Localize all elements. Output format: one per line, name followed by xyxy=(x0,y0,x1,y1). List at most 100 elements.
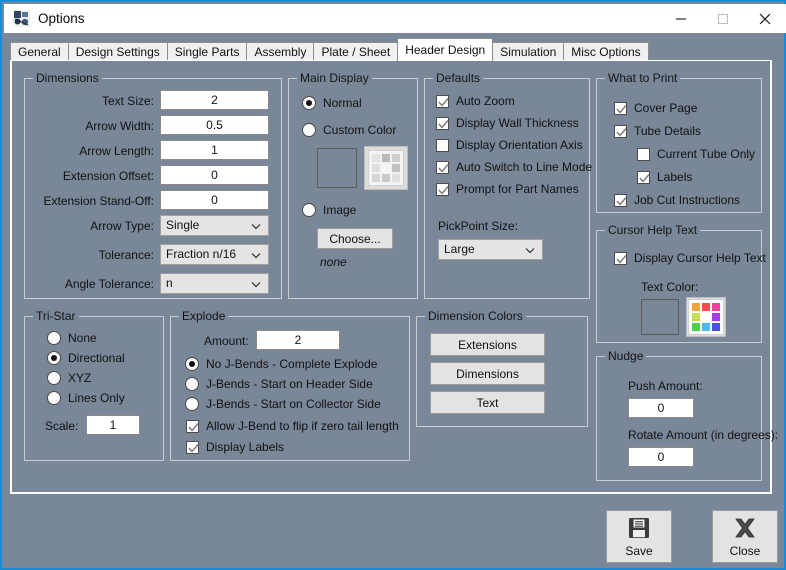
tab-single-parts[interactable]: Single Parts xyxy=(166,42,248,61)
checkbox-indicator xyxy=(436,182,449,196)
tab-general[interactable]: General xyxy=(10,42,69,61)
radio-tristar-directional[interactable]: Directional xyxy=(47,351,125,365)
select-tolerance-value: Fraction n/16 xyxy=(166,247,237,261)
radio-normal[interactable]: Normal xyxy=(302,96,362,110)
chevron-down-icon xyxy=(525,240,535,261)
radio-image[interactable]: Image xyxy=(302,203,356,217)
palette-grid-icon xyxy=(688,299,724,335)
group-what-to-print-label: What to Print xyxy=(605,71,681,85)
select-arrow-type[interactable]: Single xyxy=(160,215,269,236)
label-text-size: Text Size: xyxy=(101,94,154,108)
checkbox-current-tube-only[interactable]: Current Tube Only xyxy=(637,147,755,161)
button-extensions-color[interactable]: Extensions xyxy=(430,333,545,356)
tab-assembly[interactable]: Assembly xyxy=(246,42,315,61)
radio-indicator xyxy=(47,391,61,405)
select-tolerance[interactable]: Fraction n/16 xyxy=(160,244,269,265)
checkbox-display-wall-thickness[interactable]: Display Wall Thickness xyxy=(436,116,579,130)
group-main-display: Main Display Normal Custom Color Image C… xyxy=(288,71,418,299)
tab-simulation[interactable]: Simulation xyxy=(492,42,565,61)
tab-strip: General Design Settings Single Parts Ass… xyxy=(10,38,649,61)
maximize-button[interactable] xyxy=(702,4,744,33)
group-what-to-print: What to Print Cover Page Tube Details Cu… xyxy=(596,71,762,213)
checkbox-allow-j-bend-flip-label: Allow J-Bend to flip if zero tail length xyxy=(206,419,399,433)
label-push-amount: Push Amount: xyxy=(628,379,703,393)
cursor-help-text-color-swatch[interactable] xyxy=(641,299,679,335)
radio-tristar-xyz-label: XYZ xyxy=(68,371,92,385)
label-tolerance: Tolerance: xyxy=(98,248,154,262)
checkbox-auto-zoom[interactable]: Auto Zoom xyxy=(436,94,515,108)
checkbox-indicator xyxy=(436,94,449,108)
radio-indicator xyxy=(302,96,316,110)
label-arrow-type: Arrow Type: xyxy=(90,219,154,233)
app-options-icon xyxy=(13,10,30,27)
title-bar: Options xyxy=(4,4,786,33)
checkbox-cover-page-label: Cover Page xyxy=(634,101,698,115)
cursor-help-text-color-palette-button[interactable] xyxy=(686,297,726,337)
radio-custom-color[interactable]: Custom Color xyxy=(302,123,396,137)
checkbox-labels[interactable]: Labels xyxy=(637,170,692,184)
close-button-footer[interactable]: Close xyxy=(712,510,778,563)
radio-tristar-lines-only[interactable]: Lines Only xyxy=(47,391,125,405)
checkbox-tube-details-label: Tube Details xyxy=(634,124,701,138)
checkbox-indicator xyxy=(637,170,650,184)
radio-tristar-xyz[interactable]: XYZ xyxy=(47,371,91,385)
checkbox-tube-details[interactable]: Tube Details xyxy=(614,124,701,138)
tab-plate-sheet[interactable]: Plate / Sheet xyxy=(313,42,399,61)
group-dimensions-label: Dimensions xyxy=(33,71,102,85)
checkbox-indicator xyxy=(614,124,627,138)
checkbox-display-cursor-help-text[interactable]: Display Cursor Help Text xyxy=(614,251,766,265)
radio-tristar-none[interactable]: None xyxy=(47,331,97,345)
tab-misc-options[interactable]: Misc Options xyxy=(563,42,649,61)
input-arrow-width[interactable]: 0.5 xyxy=(160,115,269,135)
button-dimensions-color[interactable]: Dimensions xyxy=(430,362,545,385)
radio-no-j-bends-complete-explode[interactable]: No J-Bends - Complete Explode xyxy=(185,357,377,371)
header-design-panel: Dimensions Text Size: Arrow Width: Arrow… xyxy=(10,60,778,494)
checkbox-auto-zoom-label: Auto Zoom xyxy=(456,94,515,108)
checkbox-labels-label: Labels xyxy=(657,170,693,184)
tab-header-design[interactable]: Header Design xyxy=(397,38,494,61)
checkbox-job-cut-instructions[interactable]: Job Cut Instructions xyxy=(614,193,740,207)
checkbox-display-labels[interactable]: Display Labels xyxy=(186,440,284,454)
button-text-color[interactable]: Text xyxy=(430,391,545,414)
minimize-button[interactable] xyxy=(660,4,702,33)
radio-j-bends-collector-side[interactable]: J-Bends - Start on Collector Side xyxy=(185,397,381,411)
checkbox-display-orientation-axis-label: Display Orientation Axis xyxy=(456,138,583,152)
input-push-amount[interactable]: 0 xyxy=(628,398,694,418)
input-text-size[interactable]: 2 xyxy=(160,90,269,110)
group-nudge: Nudge Push Amount: 0 Rotate Amount (in d… xyxy=(596,349,778,481)
chevron-down-icon xyxy=(251,274,261,295)
options-window: Options General Design Settings Single P… xyxy=(0,0,786,570)
radio-indicator xyxy=(47,351,61,365)
checkbox-indicator xyxy=(614,193,627,207)
input-extension-offset[interactable]: 0 xyxy=(160,165,269,185)
select-pickpoint-size[interactable]: Large xyxy=(438,239,543,260)
checkbox-auto-switch-to-line-mode[interactable]: Auto Switch to Line Mode xyxy=(436,160,592,174)
tab-design-settings[interactable]: Design Settings xyxy=(67,42,168,61)
checkbox-indicator xyxy=(436,160,449,174)
save-button[interactable]: Save xyxy=(606,510,672,563)
select-pickpoint-size-value: Large xyxy=(444,242,475,256)
checkbox-display-cursor-help-text-label: Display Cursor Help Text xyxy=(634,251,766,265)
radio-tristar-none-label: None xyxy=(68,331,97,345)
checkbox-allow-j-bend-flip[interactable]: Allow J-Bend to flip if zero tail length xyxy=(186,419,399,433)
custom-color-swatch[interactable] xyxy=(317,148,357,188)
close-button[interactable] xyxy=(744,4,786,33)
group-nudge-label: Nudge xyxy=(605,349,647,363)
input-arrow-length[interactable]: 1 xyxy=(160,140,269,160)
palette-grid-icon xyxy=(368,150,404,186)
checkbox-display-orientation-axis[interactable]: Display Orientation Axis xyxy=(436,138,583,152)
select-angle-tolerance[interactable]: n xyxy=(160,273,269,294)
input-explode-amount[interactable]: 2 xyxy=(256,330,340,350)
checkbox-prompt-for-part-names[interactable]: Prompt for Part Names xyxy=(436,182,579,196)
input-rotate-amount[interactable]: 0 xyxy=(628,447,694,467)
radio-indicator xyxy=(47,371,61,385)
radio-j-bends-header-side[interactable]: J-Bends - Start on Header Side xyxy=(185,377,373,391)
checkbox-cover-page[interactable]: Cover Page xyxy=(614,101,697,115)
floppy-disk-icon xyxy=(627,515,651,541)
save-button-label: Save xyxy=(625,544,653,558)
input-extension-stand-off[interactable]: 0 xyxy=(160,190,269,210)
label-arrow-width: Arrow Width: xyxy=(85,119,154,133)
input-tristar-scale[interactable]: 1 xyxy=(86,415,140,435)
choose-image-button[interactable]: Choose... xyxy=(317,228,393,249)
custom-color-palette-button[interactable] xyxy=(364,146,408,190)
